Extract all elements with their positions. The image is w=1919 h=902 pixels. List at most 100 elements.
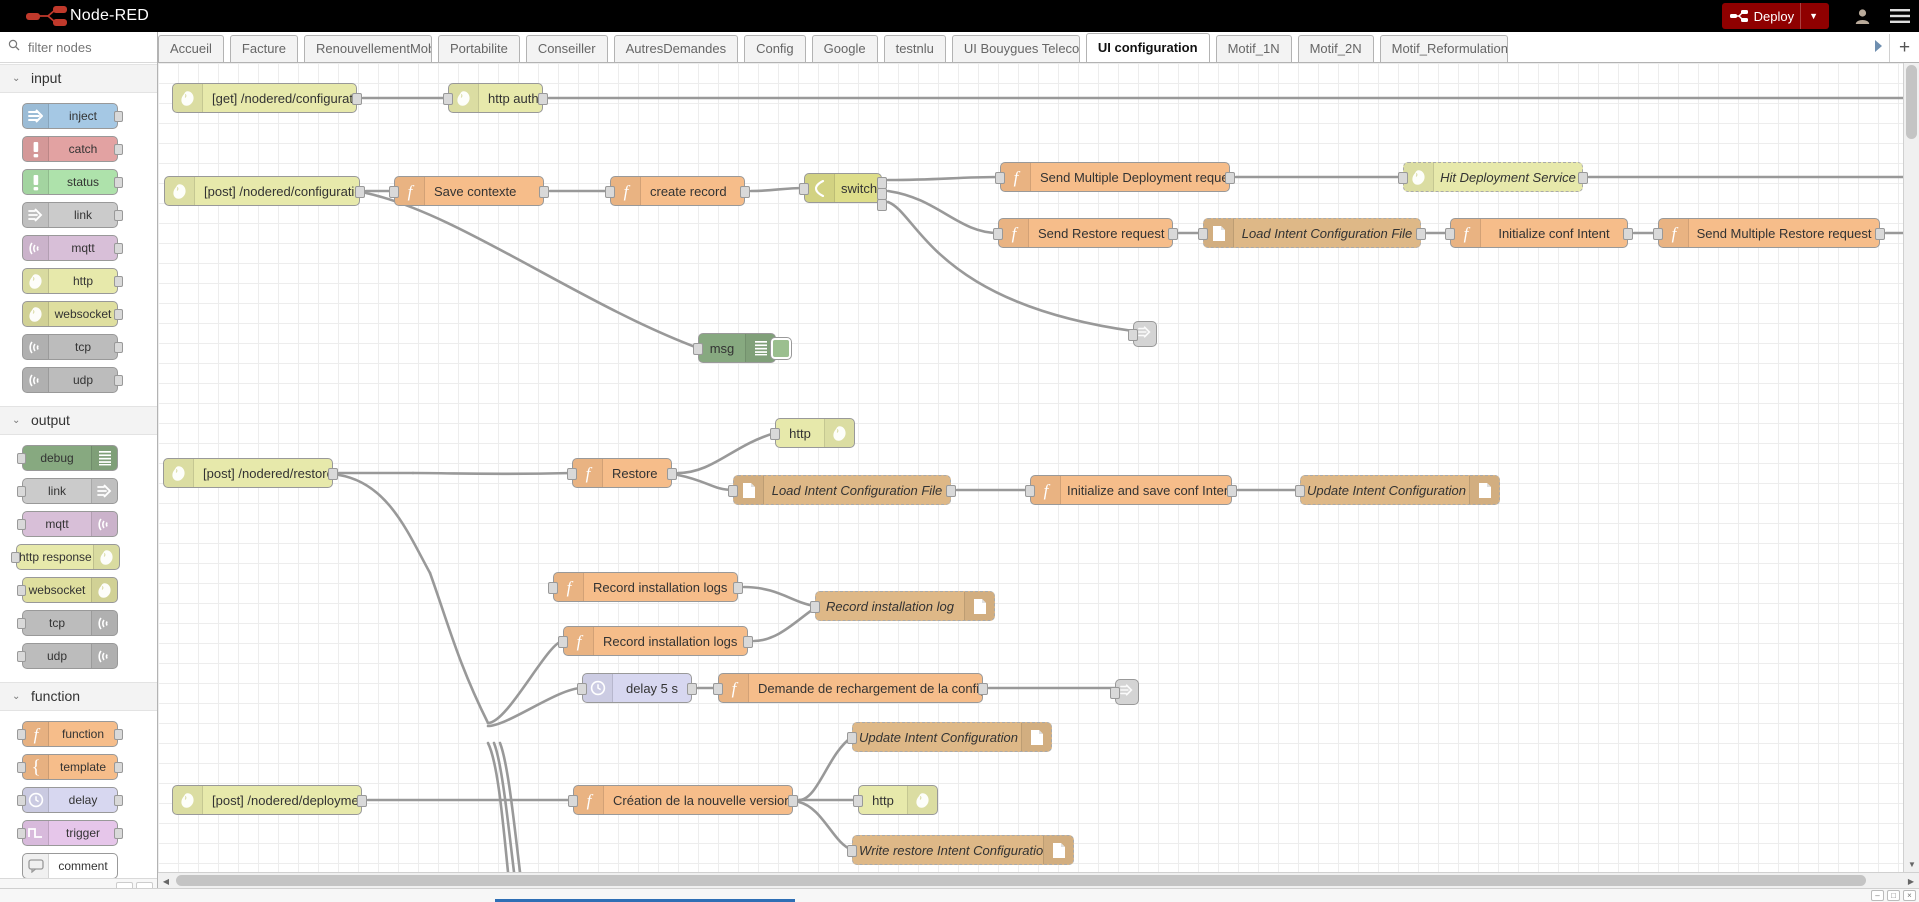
node-input-port[interactable] (1128, 329, 1138, 341)
flow-node-n13[interactable]: msg (693, 333, 791, 363)
flow-tab-motif_reformulation[interactable]: Motif_Reformulation (1379, 35, 1508, 62)
flow-node-n5[interactable]: f create record (605, 176, 750, 206)
node-input-port[interactable] (770, 428, 780, 440)
flow-node-n22[interactable]: f Record installation logs (558, 626, 753, 656)
flow-canvas[interactable]: [get] /nodered/configuration http auth [po… (158, 63, 1903, 872)
node-input-port[interactable] (17, 453, 26, 464)
flow-tab-ui-bouygues-telecom[interactable]: UI Bouygues Telecom (951, 35, 1080, 62)
node-input-port[interactable] (728, 485, 738, 497)
node-input-port[interactable] (1025, 485, 1035, 497)
node-output-port-1[interactable] (1416, 228, 1426, 240)
node-output-port-1[interactable] (740, 186, 750, 198)
flow-node-n10[interactable]: Load Intent Configuration File (1198, 218, 1426, 248)
node-input-port[interactable] (1110, 687, 1120, 699)
palette-node-tcp[interactable]: tcp (22, 334, 123, 360)
node-output-port-1[interactable] (978, 683, 988, 695)
flow-node-n17[interactable]: Load Intent Configuration File (728, 475, 956, 505)
flow-tab-google[interactable]: Google (811, 35, 878, 62)
node-input-port[interactable] (568, 795, 578, 807)
user-menu-button[interactable] (1843, 0, 1881, 32)
node-output-port-1[interactable] (667, 468, 677, 480)
node-input-port[interactable] (853, 795, 863, 807)
deploy-button[interactable]: Deploy ▼ (1721, 3, 1829, 29)
minimize-icon[interactable]: – (1871, 890, 1884, 901)
node-output-port[interactable] (114, 342, 123, 353)
flow-node-n25[interactable]: Update Intent Configuration (847, 722, 1052, 752)
node-output-port-1[interactable] (539, 186, 549, 198)
palette-node-udp[interactable]: udp (17, 643, 118, 669)
palette-node-mqtt[interactable]: mqtt (17, 511, 118, 537)
close-icon[interactable]: × (1903, 890, 1916, 901)
flow-tab-motif_1n[interactable]: Motif_1N (1215, 35, 1292, 62)
palette-node-status[interactable]: status (22, 169, 123, 195)
flow-link-node-l1[interactable] (1128, 321, 1157, 347)
palette-node-tcp[interactable]: tcp (17, 610, 118, 636)
palette-node-http-response[interactable]: http response (11, 544, 120, 570)
node-input-port[interactable] (1295, 485, 1305, 497)
search-input[interactable] (26, 38, 144, 56)
flow-node-n28[interactable]: http (853, 785, 938, 815)
workspace-horizontal-scrollbar[interactable]: ◀ ▶ (158, 872, 1919, 888)
add-flow-tab-button[interactable]: + (1889, 34, 1919, 62)
flow-node-n15[interactable]: f Restore (567, 458, 677, 488)
palette-search-bar[interactable] (0, 32, 157, 63)
node-output-port-1[interactable] (1227, 485, 1237, 497)
flow-tab-motif_2n[interactable]: Motif_2N (1297, 35, 1374, 62)
node-input-port[interactable] (17, 486, 26, 497)
node-input-port[interactable] (693, 343, 703, 355)
flow-node-n8[interactable]: Hit Deployment Service (1398, 162, 1588, 192)
node-input-port[interactable] (993, 228, 1003, 240)
flow-tab-config[interactable]: Config (744, 35, 806, 62)
chevron-down-icon[interactable]: ▼ (1904, 856, 1919, 872)
flow-tab-renouvellementmobile[interactable]: RenouvellementMobile (304, 35, 432, 62)
flow-node-n21[interactable]: Record installation log (810, 591, 995, 621)
palette-node-template[interactable]: {template (17, 754, 123, 780)
node-output-port-1[interactable] (687, 683, 697, 695)
debug-enable-toggle[interactable] (771, 338, 791, 359)
flow-tab-ui-configuration[interactable]: UI configuration (1085, 33, 1210, 62)
flow-node-n19[interactable]: Update Intent Configuration (1295, 475, 1500, 505)
node-input-port[interactable] (17, 762, 26, 773)
flow-link-node-l2[interactable] (1110, 679, 1139, 705)
node-output-port[interactable] (114, 309, 123, 320)
flow-node-n1[interactable]: [get] /nodered/configuration (172, 83, 362, 113)
flow-node-n16[interactable]: http (770, 418, 855, 448)
node-input-port[interactable] (1653, 228, 1663, 240)
node-output-port-1[interactable] (355, 186, 365, 198)
palette-node-catch[interactable]: catch (22, 136, 123, 162)
flow-node-n7[interactable]: f Send Multiple Deployment request (995, 162, 1235, 192)
node-output-port-1[interactable] (328, 468, 338, 480)
node-input-port[interactable] (847, 845, 857, 857)
node-input-port[interactable] (713, 683, 723, 695)
flow-tab-conseiller[interactable]: Conseiller (525, 35, 608, 62)
hscroll-thumb[interactable] (176, 875, 1866, 886)
palette-node-link[interactable]: link (17, 478, 118, 504)
flow-tab-portabilite[interactable]: Portabilite (438, 35, 520, 62)
node-output-port[interactable] (114, 762, 123, 773)
node-output-port[interactable] (114, 729, 123, 740)
node-output-port-3[interactable] (877, 199, 887, 211)
flow-node-n24[interactable]: f Demande de rechargement de la config (713, 673, 988, 703)
palette-node-websocket[interactable]: websocket (17, 577, 118, 603)
node-output-port-1[interactable] (1623, 228, 1633, 240)
node-input-port[interactable] (548, 582, 558, 594)
node-output-port[interactable] (114, 210, 123, 221)
flow-node-n3[interactable]: [post] /nodered/configuration (164, 176, 365, 206)
node-input-port[interactable] (567, 468, 577, 480)
node-output-port-1[interactable] (538, 93, 548, 105)
node-output-port[interactable] (114, 243, 123, 254)
palette-node-http[interactable]: http (22, 268, 123, 294)
node-input-port[interactable] (1445, 228, 1455, 240)
palette-node-inject[interactable]: inject (22, 103, 123, 129)
node-output-port[interactable] (114, 144, 123, 155)
node-input-port[interactable] (11, 552, 20, 563)
flow-node-n12[interactable]: f Send Multiple Restore request (1653, 218, 1885, 248)
node-output-port[interactable] (114, 828, 123, 839)
workspace-vertical-scrollbar[interactable]: ▲ ▼ (1903, 63, 1919, 872)
node-input-port[interactable] (17, 651, 26, 662)
node-input-port[interactable] (558, 636, 568, 648)
node-input-port[interactable] (847, 732, 857, 744)
restore-icon[interactable]: □ (1887, 890, 1900, 901)
flow-tab-testnlu[interactable]: testnlu (883, 35, 946, 62)
palette-node-websocket[interactable]: websocket (22, 301, 123, 327)
